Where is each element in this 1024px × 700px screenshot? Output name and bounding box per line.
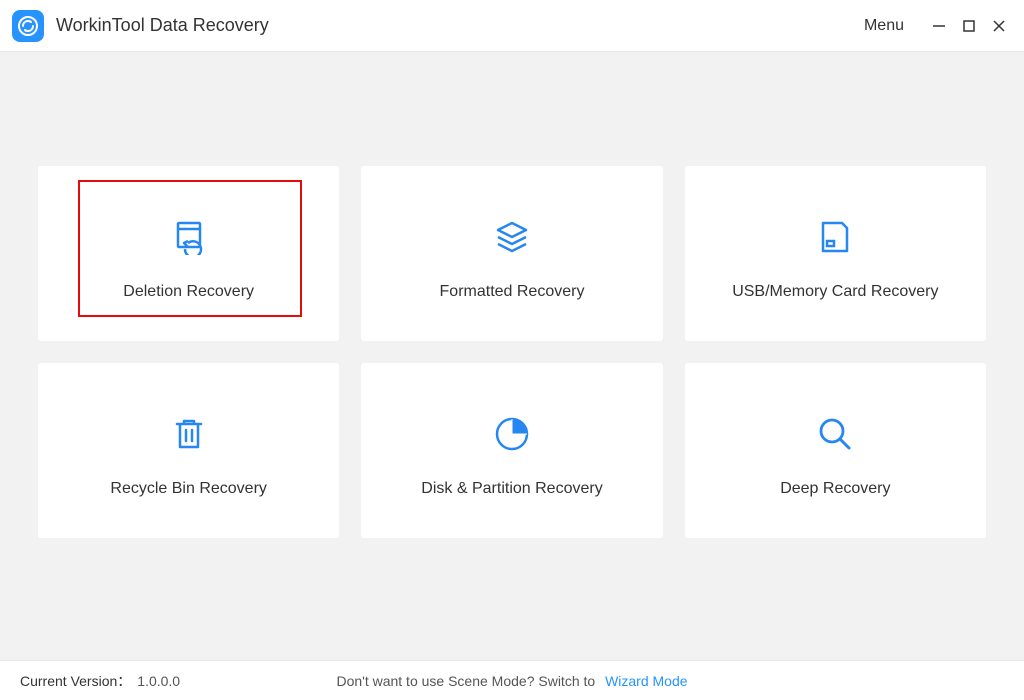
card-label: Deletion Recovery: [123, 283, 254, 301]
card-usb-memory-recovery[interactable]: USB/Memory Card Recovery: [685, 166, 986, 341]
menu-button[interactable]: Menu: [864, 17, 904, 35]
maximize-icon: [962, 19, 976, 33]
trash-icon: [171, 408, 207, 460]
minimize-icon: [932, 19, 946, 33]
magnifier-icon: [816, 408, 854, 460]
app-title: WorkinTool Data Recovery: [56, 15, 269, 36]
card-label: Disk & Partition Recovery: [421, 480, 602, 498]
card-label: Deep Recovery: [780, 480, 890, 498]
wizard-mode-link[interactable]: Wizard Mode: [605, 673, 687, 689]
app-logo: [12, 10, 44, 42]
card-deep-recovery[interactable]: Deep Recovery: [685, 363, 986, 538]
card-formatted-recovery[interactable]: Formatted Recovery: [361, 166, 662, 341]
version-value: 1.0.0.0: [137, 673, 180, 689]
footer-bar: Current Version： 1.0.0.0 Don't want to u…: [0, 660, 1024, 700]
card-label: Formatted Recovery: [440, 283, 585, 301]
card-disk-partition-recovery[interactable]: Disk & Partition Recovery: [361, 363, 662, 538]
layers-icon: [492, 211, 532, 263]
card-deletion-recovery[interactable]: Deletion Recovery: [38, 166, 339, 341]
version-label: Current Version：: [20, 671, 131, 691]
window-maximize-button[interactable]: [956, 13, 982, 39]
window-close-button[interactable]: [986, 13, 1012, 39]
window-minimize-button[interactable]: [926, 13, 952, 39]
card-label: Recycle Bin Recovery: [110, 480, 267, 498]
close-icon: [992, 19, 1006, 33]
titlebar: WorkinTool Data Recovery Menu: [0, 0, 1024, 52]
sd-card-icon: [818, 211, 852, 263]
card-label: USB/Memory Card Recovery: [732, 283, 938, 301]
file-undo-icon: [171, 211, 207, 263]
refresh-circle-icon: [17, 15, 39, 37]
card-recycle-bin-recovery[interactable]: Recycle Bin Recovery: [38, 363, 339, 538]
switch-mode-text: Don't want to use Scene Mode? Switch to: [336, 673, 595, 689]
pie-chart-icon: [493, 408, 531, 460]
recovery-mode-grid: Deletion Recovery Formatted Recovery USB…: [38, 166, 986, 538]
